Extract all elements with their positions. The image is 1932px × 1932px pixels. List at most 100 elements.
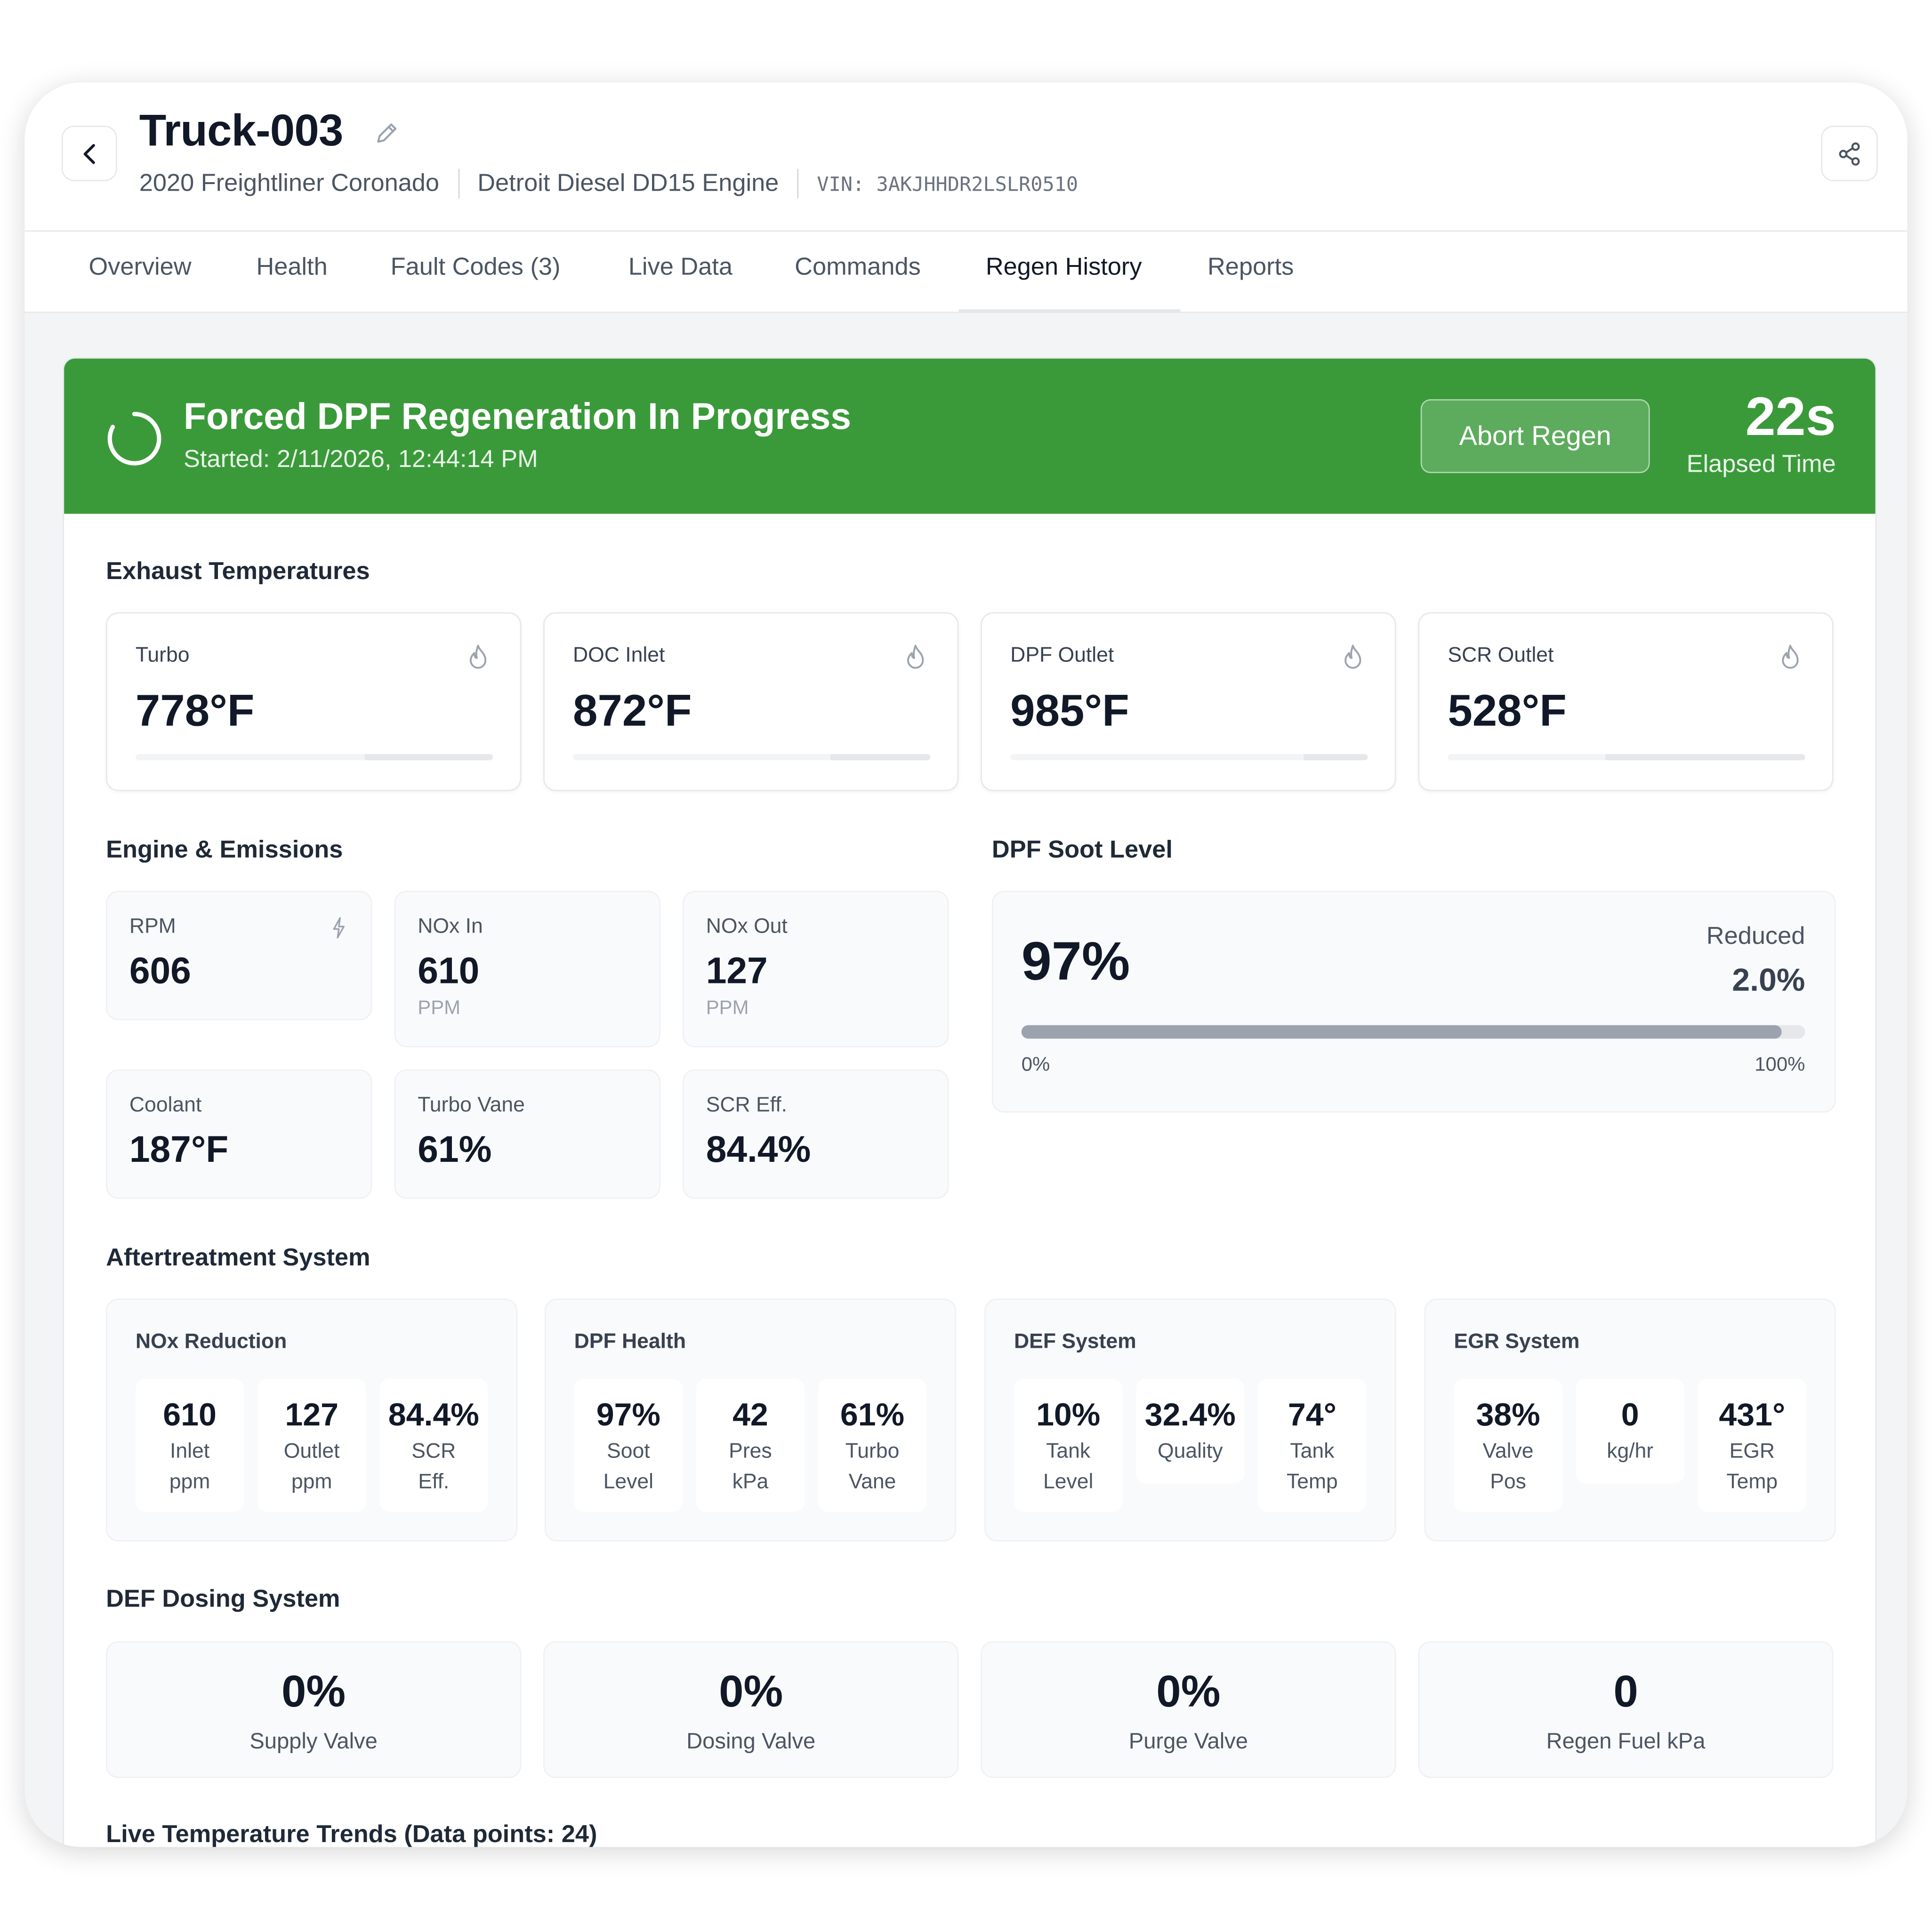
tab-health[interactable]: Health [256, 254, 327, 282]
at-metric-label: Soot [607, 1439, 650, 1463]
tab-regen-history[interactable]: Regen History [986, 254, 1142, 282]
temp-bar [573, 754, 931, 760]
tab-bar: Overview Health Fault Codes (3) Live Dat… [24, 232, 1908, 313]
at-metric: 84.4% SCR Eff. [379, 1378, 488, 1512]
page-title: Truck-003 [139, 105, 344, 155]
metric-label: NOx Out [706, 914, 788, 938]
dosing-label: Dosing Valve [686, 1729, 816, 1754]
metric-card-rpm: RPM 606 [106, 891, 372, 1021]
dosing-card-purge-valve: 0% Purge Valve [981, 1641, 1396, 1778]
divider [458, 169, 459, 199]
flame-icon [469, 644, 487, 669]
at-metric-unit: Vane [848, 1470, 896, 1494]
metric-value: 84.4% [706, 1130, 811, 1171]
chevron-left-icon [83, 143, 95, 164]
elapsed-time-label: Elapsed Time [1686, 451, 1836, 478]
back-button[interactable] [61, 125, 117, 181]
dosing-card-dosing-valve: 0% Dosing Valve [543, 1641, 959, 1778]
at-card-title: EGR System [1454, 1329, 1580, 1353]
soot-progress-fill [1021, 1025, 1782, 1039]
dosing-card-supply-valve: 0% Supply Valve [106, 1641, 522, 1778]
engine-model: Detroit Diesel DD15 Engine [477, 169, 779, 197]
metric-card-coolant: Coolant 187°F [106, 1069, 372, 1199]
dosing-label: Supply Valve [250, 1729, 378, 1754]
at-metric-label: Valve [1482, 1439, 1534, 1463]
at-card-title: NOx Reduction [135, 1329, 287, 1353]
dosing-label: Regen Fuel kPa [1546, 1729, 1706, 1754]
abort-regen-button[interactable]: Abort Regen [1420, 399, 1650, 474]
at-card-nox-reduction: NOx Reduction 610 Inlet ppm 127 Outlet ppm 8… [106, 1298, 518, 1542]
section-title-trends: Live Temperature Trends (Data points: 24… [106, 1821, 597, 1847]
at-metric-unit: ppm [169, 1470, 210, 1494]
at-metric-value: 74° [1288, 1396, 1336, 1433]
at-metric-value: 42 [733, 1396, 768, 1433]
temp-value: 985°F [1010, 685, 1129, 736]
share-button[interactable] [1821, 125, 1878, 181]
at-metric-label: Turbo [845, 1439, 900, 1463]
tab-live-data[interactable]: Live Data [628, 254, 733, 282]
temp-card-scr-outlet: SCR Outlet 528°F [1418, 612, 1834, 791]
page-header: Truck-003 2020 Freightliner Coronado Det… [24, 82, 1908, 232]
temp-label: SCR Outlet [1448, 643, 1554, 667]
section-title-aftertreatment: Aftertreatment System [106, 1244, 370, 1272]
at-card-egr-system: EGR System 38% Valve Pos 0 kg/hr 431° EGR Tem… [1424, 1298, 1836, 1542]
section-title-soot: DPF Soot Level [991, 837, 1173, 864]
at-metric: 127 Outlet ppm [258, 1378, 366, 1512]
share-icon [1839, 142, 1860, 165]
banner-started-time: Started: 2/11/2026, 12:44:14 PM [183, 446, 538, 474]
at-metric-value: 127 [285, 1396, 338, 1433]
flame-icon [1344, 644, 1361, 669]
at-metric-label: Pres [729, 1439, 772, 1463]
at-card-dpf-health: DPF Health 97% Soot Level 42 Pres kPa 61% Tur… [544, 1298, 957, 1542]
tab-commands[interactable]: Commands [795, 254, 921, 282]
at-metric: 42 Pres kPa [696, 1378, 805, 1512]
tab-overview[interactable]: Overview [89, 254, 191, 282]
dosing-card-regen-fuel: 0 Regen Fuel kPa [1418, 1641, 1834, 1778]
flame-icon [907, 644, 924, 669]
temp-card-turbo: Turbo 778°F [106, 612, 522, 791]
temp-card-dpf-outlet: DPF Outlet 985°F [981, 612, 1396, 791]
vehicle-subtitle: 2020 Freightliner Coronado Detroit Diese… [139, 169, 1078, 199]
at-metric-value: 97% [596, 1396, 660, 1433]
temp-value: 872°F [573, 685, 692, 736]
at-metric: 610 Inlet ppm [135, 1378, 244, 1512]
dosing-value: 0% [282, 1666, 346, 1716]
at-metric-unit: Pos [1490, 1470, 1526, 1494]
dosing-value: 0% [1156, 1666, 1221, 1716]
temp-value: 778°F [135, 685, 255, 736]
metric-label: SCR Eff. [706, 1093, 788, 1117]
at-metric-label: kg/hr [1607, 1439, 1654, 1463]
metric-value: 606 [129, 951, 191, 992]
at-metric-value: 38% [1476, 1396, 1540, 1433]
metric-label: Coolant [129, 1093, 202, 1117]
at-metric: 0 kg/hr [1576, 1378, 1684, 1484]
at-metric-value: 10% [1036, 1396, 1101, 1433]
dosing-value: 0 [1613, 1666, 1638, 1716]
active-tab-indicator [958, 309, 1181, 313]
at-metric-label: Inlet [169, 1439, 210, 1463]
tab-fault-codes[interactable]: Fault Codes (3) [391, 254, 561, 282]
divider [797, 169, 799, 199]
at-metric-value: 61% [840, 1396, 905, 1433]
at-metric-unit: Temp [1726, 1470, 1778, 1494]
pencil-icon[interactable] [373, 120, 401, 147]
soot-progress-bar [1021, 1025, 1805, 1039]
metric-value: 187°F [129, 1130, 229, 1171]
metric-value: 610 [418, 951, 480, 992]
at-metric-value: 84.4% [388, 1396, 479, 1433]
tab-reports[interactable]: Reports [1208, 254, 1294, 282]
app-window: Truck-003 2020 Freightliner Coronado Det… [24, 82, 1908, 1847]
dosing-label: Purge Valve [1128, 1729, 1248, 1754]
at-metric: 61% Turbo Vane [818, 1378, 927, 1512]
metric-card-nox-out: NOx Out 127 PPM [682, 891, 949, 1047]
temp-card-doc-inlet: DOC Inlet 872°F [543, 612, 959, 791]
soot-level-card: 97% Reduced 2.0% 0% 100% [991, 891, 1836, 1113]
elapsed-time-value: 22s [1745, 386, 1836, 448]
at-metric-unit: Eff. [418, 1470, 450, 1494]
metric-value: 61% [418, 1130, 492, 1171]
temp-bar [1010, 754, 1368, 760]
banner-title: Forced DPF Regeneration In Progress [183, 396, 852, 438]
at-card-title: DEF System [1014, 1329, 1136, 1353]
metric-card-scr-eff: SCR Eff. 84.4% [682, 1069, 949, 1199]
section-title-def-dosing: DEF Dosing System [106, 1586, 340, 1613]
